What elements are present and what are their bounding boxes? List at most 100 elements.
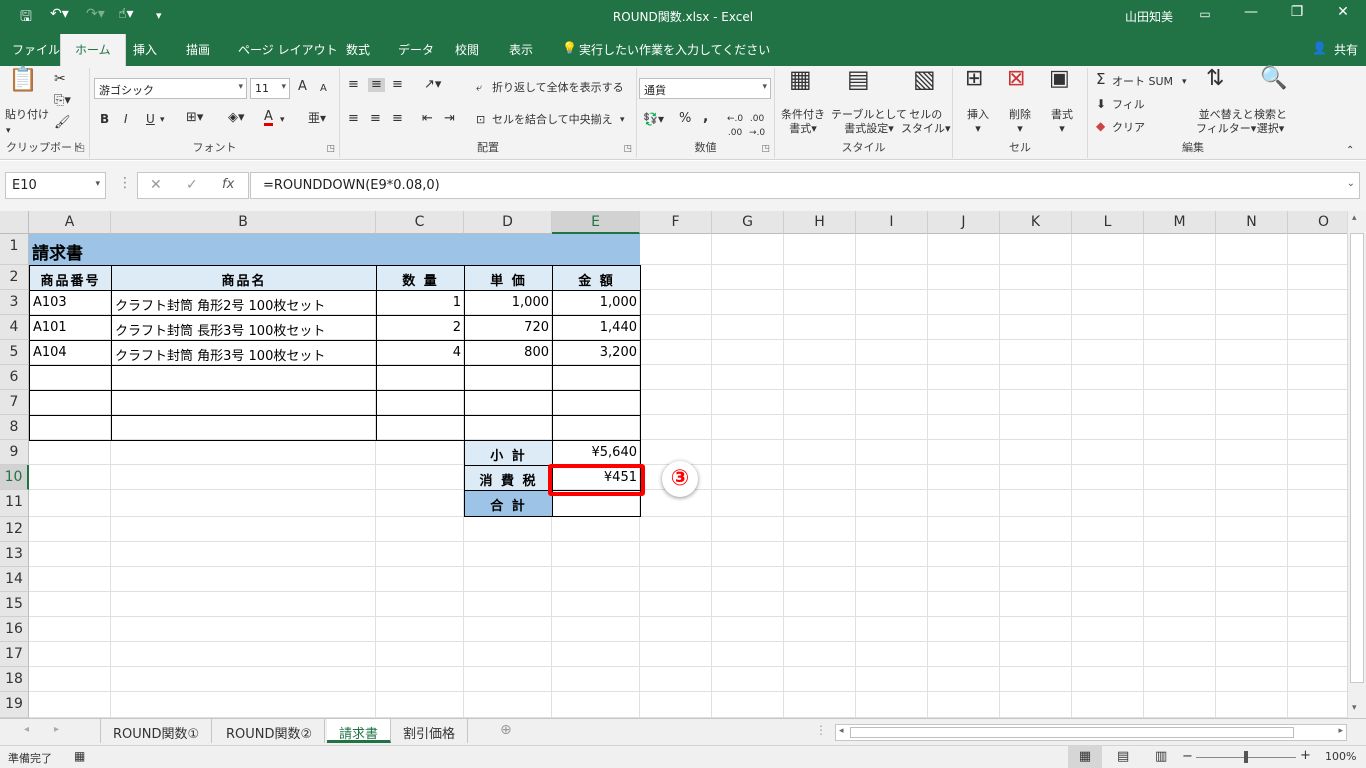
cut-icon[interactable]: ✂ — [54, 72, 66, 86]
column-header-e[interactable]: E — [552, 211, 640, 234]
item-amount-cell[interactable]: 3,200 — [552, 340, 641, 366]
empty-cell[interactable] — [552, 415, 641, 441]
enter-icon[interactable]: ✓ — [186, 177, 198, 193]
tab-home[interactable]: ホーム — [60, 34, 126, 66]
insert-cells-button[interactable]: 挿入 ▾ — [967, 108, 989, 136]
item-name-cell[interactable]: クラフト封筒 角形2号 100枚セット — [111, 290, 377, 316]
font-name-combo[interactable]: 游ゴシック ▾ — [94, 78, 247, 99]
number-format-combo[interactable]: 通貨 ▾ — [639, 78, 771, 99]
wrap-text-button[interactable]: 折り返して全体を表示する — [492, 81, 624, 95]
empty-cell[interactable] — [111, 415, 377, 441]
header-code-cell[interactable]: 商品番号 — [29, 265, 112, 291]
row-header-7[interactable]: 7 — [0, 390, 29, 415]
cancel-icon[interactable]: ✕ — [150, 177, 162, 193]
empty-cell[interactable] — [29, 365, 112, 391]
row-header-17[interactable]: 17 — [0, 642, 29, 667]
format-table-button[interactable]: テーブルとして 書式設定▾ — [831, 108, 907, 136]
empty-cell[interactable] — [111, 390, 377, 416]
zoom-in-icon[interactable]: + — [1300, 748, 1311, 763]
page-layout-view-icon[interactable]: ▤ — [1117, 749, 1129, 764]
scroll-up-icon[interactable]: ▴ — [1352, 213, 1357, 223]
row-header-19[interactable]: 19 — [0, 692, 29, 718]
font-launcher-icon[interactable]: ◳ — [326, 144, 335, 154]
row-header-13[interactable]: 13 — [0, 542, 29, 567]
horizontal-scroll-thumb[interactable] — [850, 727, 1294, 738]
insert-cells-icon[interactable]: ⊞ — [965, 68, 983, 90]
expand-formula-icon[interactable]: ⌄ — [1347, 178, 1355, 189]
scroll-right-icon[interactable]: ▸ — [1338, 726, 1343, 736]
align-top-icon[interactable]: ≡ — [348, 78, 359, 92]
row-header-6[interactable]: 6 — [0, 365, 29, 390]
worksheet-grid[interactable]: ABCDEFGHIJKLMNO 1 2 3 4 5 6 7 8 9 10 11 12 13 14 15 16 1… — [0, 211, 1366, 718]
tab-draw[interactable]: 描画 — [186, 41, 210, 58]
underline-button[interactable]: U — [146, 112, 155, 126]
empty-cell[interactable] — [29, 415, 112, 441]
item-code-cell[interactable]: A104 — [29, 340, 112, 366]
currency-format-icon[interactable]: 💱▾ — [643, 112, 664, 126]
row-header-16[interactable]: 16 — [0, 617, 29, 642]
clear-button[interactable]: クリア — [1112, 121, 1145, 135]
row-header-4[interactable]: 4 — [0, 315, 29, 340]
empty-cell[interactable] — [552, 390, 641, 416]
header-amount-cell[interactable]: 金 額 — [552, 265, 641, 291]
tab-file[interactable]: ファイル — [12, 41, 60, 58]
row-header-11[interactable]: 11 — [0, 490, 29, 517]
align-middle-icon[interactable]: ≡ — [368, 78, 385, 92]
zoom-slider-thumb[interactable] — [1244, 751, 1248, 763]
paste-button[interactable]: 貼り付け — [5, 108, 49, 122]
header-name-cell[interactable]: 商品名 — [111, 265, 377, 291]
column-header-l[interactable]: L — [1072, 211, 1144, 234]
fill-button[interactable]: フィル — [1112, 98, 1145, 112]
format-painter-icon[interactable]: 🖌 — [54, 116, 71, 130]
delete-cells-icon[interactable]: ⊠ — [1007, 68, 1025, 90]
item-price-cell[interactable]: 1,000 — [464, 290, 553, 316]
row-header-8[interactable]: 8 — [0, 415, 29, 440]
header-qty-cell[interactable]: 数 量 — [376, 265, 465, 291]
empty-cell[interactable] — [376, 390, 465, 416]
merge-dropdown-icon[interactable]: ▾ — [620, 113, 625, 127]
row-header-1[interactable]: 1 — [0, 234, 29, 265]
share-button[interactable]: 共有 — [1334, 41, 1358, 58]
alignment-launcher-icon[interactable]: ◳ — [623, 144, 632, 154]
row-header-5[interactable]: 5 — [0, 340, 29, 365]
tab-page-layout[interactable]: ページ レイアウト — [238, 41, 338, 58]
column-header-c[interactable]: C — [376, 211, 464, 234]
zoom-level[interactable]: 100% — [1325, 750, 1356, 763]
autosum-dropdown-icon[interactable]: ▾ — [1182, 75, 1187, 89]
scroll-down-icon[interactable]: ▾ — [1352, 703, 1357, 713]
tell-me-search[interactable]: 実行したい作業を入力してください — [579, 41, 770, 58]
decrease-indent-icon[interactable]: ⇤ — [422, 112, 433, 126]
format-cells-button[interactable]: 書式 ▾ — [1051, 108, 1073, 136]
copy-icon[interactable]: ⎘▾ — [54, 94, 71, 108]
sort-filter-button[interactable]: 並べ替えと フィルター▾ — [1196, 108, 1256, 136]
ribbon-display-icon[interactable]: ▭ — [1190, 7, 1220, 21]
item-amount-cell[interactable]: 1,440 — [552, 315, 641, 341]
select-all-button[interactable] — [0, 211, 29, 234]
conditional-format-icon[interactable]: ▦ — [789, 67, 812, 91]
column-header-k[interactable]: K — [1000, 211, 1072, 234]
scroll-left-icon[interactable]: ◂ — [839, 726, 844, 736]
empty-cell[interactable] — [111, 365, 377, 391]
row-header-9[interactable]: 9 — [0, 440, 29, 465]
percent-button[interactable]: % — [679, 112, 691, 126]
clipboard-launcher-icon[interactable]: ◳ — [76, 144, 85, 154]
empty-cell[interactable] — [464, 390, 553, 416]
column-header-j[interactable]: J — [928, 211, 1000, 234]
row-header-12[interactable]: 12 — [0, 517, 29, 542]
item-qty-cell[interactable]: 1 — [376, 290, 465, 316]
invoice-title-cell[interactable]: 請求書 — [29, 234, 640, 265]
tab-insert[interactable]: 挿入 — [133, 41, 157, 58]
tab-data[interactable]: データ — [398, 41, 434, 58]
insert-function-button[interactable]: fx — [222, 177, 234, 192]
column-header-i[interactable]: I — [856, 211, 928, 234]
page-break-view-icon[interactable]: ▥ — [1155, 749, 1167, 764]
normal-view-icon[interactable]: ▦ — [1068, 746, 1102, 768]
empty-cell[interactable] — [464, 415, 553, 441]
increase-font-button[interactable]: A — [298, 80, 307, 94]
macro-record-icon[interactable]: ▦ — [74, 749, 85, 763]
row-header-18[interactable]: 18 — [0, 667, 29, 692]
sheet-tab-round1[interactable]: ROUND関数① — [100, 719, 213, 743]
align-right-icon[interactable]: ≡ — [392, 112, 403, 126]
wrap-text-icon[interactable]: ⤶ — [476, 81, 482, 95]
next-sheet-icon[interactable]: ▸ — [54, 724, 59, 735]
